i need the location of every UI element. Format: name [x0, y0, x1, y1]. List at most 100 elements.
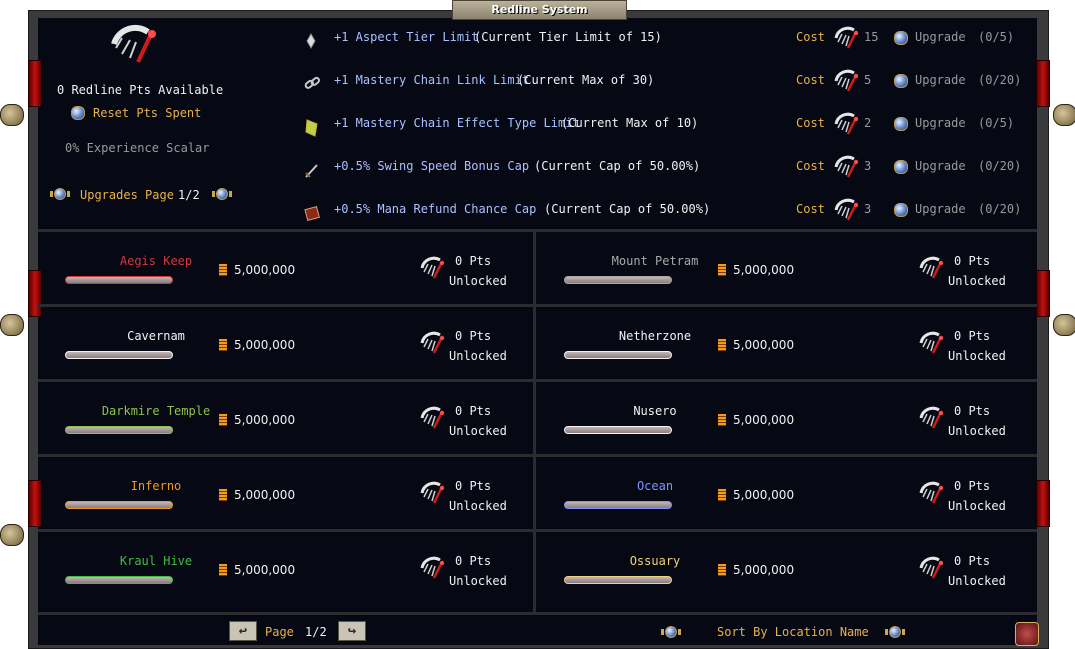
redline-points-icon	[919, 481, 944, 504]
upgrade-gem-icon[interactable]	[894, 203, 908, 217]
next-page-button[interactable]: ↪	[338, 621, 366, 641]
experience-scalar: 0% Experience Scalar	[65, 141, 210, 155]
upgrade-button[interactable]: Upgrade	[915, 30, 966, 44]
gold-coins-icon	[718, 564, 726, 576]
divider	[38, 529, 1037, 532]
gold-amount: 5,000,000	[733, 563, 795, 577]
gold-coins-icon	[718, 339, 726, 351]
gold-amount: 5,000,000	[234, 413, 296, 427]
mana-book-icon	[304, 206, 320, 221]
gold-amount: 5,000,000	[234, 263, 296, 277]
frame-knob-icon	[0, 104, 24, 126]
upgrade-title: +1 Mastery Chain Link Limit	[334, 73, 530, 87]
gold-coins-icon	[718, 264, 726, 276]
location-name: Netherzone	[618, 329, 692, 343]
upgrade-button[interactable]: Upgrade	[915, 116, 966, 130]
upgrade-button[interactable]: Upgrade	[915, 202, 966, 216]
corner-menu-button[interactable]	[1015, 622, 1039, 646]
gold-amount: 5,000,000	[733, 338, 795, 352]
redline-points-icon	[834, 112, 859, 135]
location-progress-bar	[65, 276, 173, 284]
upgrade-cost: 5	[864, 73, 872, 87]
gold-amount: 5,000,000	[234, 488, 296, 502]
reset-points-button[interactable]: Reset Pts Spent	[93, 106, 201, 120]
right-frame-tab	[1036, 60, 1050, 107]
location-points: 0 Pts	[954, 479, 991, 493]
redline-points-icon	[834, 198, 859, 221]
upgrade-gem-icon[interactable]	[894, 31, 908, 45]
location-points: 0 Pts	[455, 329, 492, 343]
upgrades-next-page-icon[interactable]	[212, 188, 232, 200]
gold-coins-icon	[219, 264, 227, 276]
upgrade-button[interactable]: Upgrade	[915, 159, 966, 173]
sort-prev-icon[interactable]	[661, 626, 681, 638]
gold-coins-icon	[718, 414, 726, 426]
upgrade-gem-icon[interactable]	[894, 74, 908, 88]
frame-knob-icon	[0, 524, 24, 546]
divider	[38, 379, 1037, 382]
cost-label: Cost	[796, 73, 825, 87]
location-status: Unlocked	[948, 424, 1006, 438]
redline-points-icon	[420, 406, 445, 429]
scroll-map-icon	[305, 119, 318, 137]
gold-coins-icon	[219, 564, 227, 576]
upgrade-progress: (0/20)	[978, 202, 1022, 216]
location-points: 0 Pts	[954, 329, 991, 343]
upgrade-gem-icon[interactable]	[894, 160, 908, 174]
location-name: Ossuary	[629, 554, 681, 568]
gold-amount: 5,000,000	[234, 338, 296, 352]
gold-coins-icon	[219, 489, 227, 501]
location-status: Unlocked	[948, 349, 1006, 363]
upgrades-page-value: 1/2	[178, 188, 200, 202]
frame-knob-icon	[1053, 314, 1075, 336]
location-name: Nusero	[633, 404, 677, 418]
location-progress-bar	[65, 501, 173, 509]
gold-coins-icon	[219, 339, 227, 351]
redline-points-icon	[834, 155, 859, 178]
sort-label: Sort By Location Name	[717, 625, 869, 639]
location-name: Aegis Keep	[119, 254, 193, 268]
location-progress-bar	[65, 351, 173, 359]
location-progress-bar	[564, 276, 672, 284]
left-frame-tab	[28, 60, 42, 107]
redline-points-icon	[834, 26, 859, 49]
chain-link-icon	[304, 76, 320, 89]
location-status: Unlocked	[449, 349, 507, 363]
upgrade-cost: 3	[864, 202, 872, 216]
prev-page-button[interactable]: ↩	[229, 621, 257, 641]
redline-points-icon	[420, 556, 445, 579]
redline-points-icon	[919, 256, 944, 279]
location-status: Unlocked	[449, 424, 507, 438]
location-points: 0 Pts	[455, 479, 492, 493]
gold-amount: 5,000,000	[733, 263, 795, 277]
left-frame-tab	[28, 480, 42, 527]
upgrade-button[interactable]: Upgrade	[915, 73, 966, 87]
upgrades-prev-page-icon[interactable]	[50, 188, 70, 200]
frame-knob-icon	[0, 314, 24, 336]
divider	[533, 232, 536, 612]
location-points: 0 Pts	[455, 554, 492, 568]
upgrade-title: +0.5% Swing Speed Bonus Cap	[334, 159, 530, 173]
sort-next-icon[interactable]	[885, 626, 905, 638]
cost-label: Cost	[796, 116, 825, 130]
location-progress-bar	[65, 576, 173, 584]
gold-amount: 5,000,000	[234, 563, 296, 577]
page-value: 1/2	[305, 625, 327, 639]
gold-coins-icon	[219, 414, 227, 426]
location-progress-bar	[564, 426, 672, 434]
upgrade-gem-icon[interactable]	[894, 117, 908, 131]
cost-label: Cost	[796, 30, 825, 44]
upgrades-page-label: Upgrades Page	[80, 188, 174, 202]
reset-gem-icon[interactable]	[71, 106, 85, 120]
location-progress-bar	[564, 576, 672, 584]
location-name: Kraul Hive	[119, 554, 193, 568]
right-frame-tab	[1036, 480, 1050, 527]
aspect-crystal-icon	[306, 32, 316, 50]
location-name: Inferno	[130, 479, 182, 493]
location-name: Mount Petram	[611, 254, 699, 268]
redline-points-icon	[919, 406, 944, 429]
page-label: Page	[265, 625, 294, 639]
gold-amount: 5,000,000	[733, 488, 795, 502]
window-title: Redline System	[452, 0, 627, 20]
location-progress-bar	[564, 351, 672, 359]
